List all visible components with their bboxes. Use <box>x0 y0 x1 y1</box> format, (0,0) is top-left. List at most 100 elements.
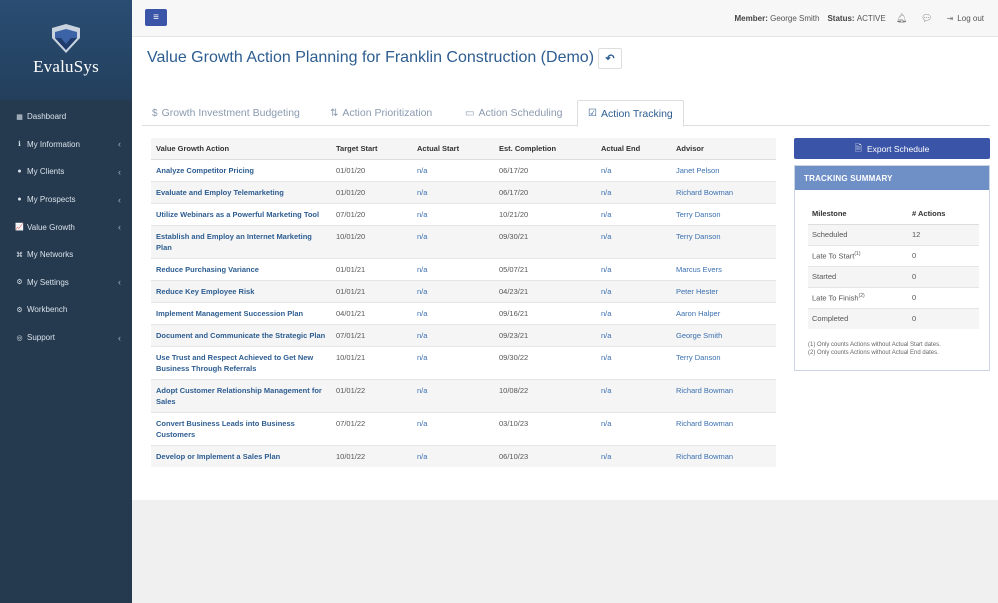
tab-growth-investment-budgeting[interactable]: $ Growth Investment Budgeting <box>142 100 310 126</box>
actual-start-cell[interactable]: n/a <box>412 158 494 181</box>
export-label: Export Schedule <box>866 143 930 154</box>
tab-action-tracking[interactable]: ☑ Action Tracking <box>577 100 684 127</box>
tab-label: Action Tracking <box>600 107 673 120</box>
target-start-cell: 07/01/21 <box>331 323 412 346</box>
milestone-cell: Completed <box>808 307 908 329</box>
actual-end-cell[interactable]: n/a <box>596 301 671 324</box>
lifebuoy-icon: ◎ <box>16 334 23 342</box>
brand-name: EvaluSys <box>33 56 99 76</box>
main-panel: Value Growth Action Planning for Frankli… <box>132 37 998 500</box>
tab-action-prioritization[interactable]: ⇅ Action Prioritization <box>320 100 442 126</box>
sitemap-icon: ⌘ <box>16 251 23 259</box>
actual-start-cell[interactable]: n/a <box>412 257 494 280</box>
advisor-cell[interactable]: Terry Danson <box>671 202 776 225</box>
sidebar-item-my-networks[interactable]: ⌘ My Networks <box>0 241 132 269</box>
action-name-cell[interactable]: Establish and Employ an Internet Marketi… <box>151 224 331 258</box>
sidebar-item-support[interactable]: ◎ Support ‹ <box>0 324 132 352</box>
actual-end-cell[interactable]: n/a <box>596 444 671 467</box>
est-completion-cell: 05/07/21 <box>494 257 596 280</box>
sidebar-item-my-information[interactable]: ℹ My Information ‹ <box>0 131 132 159</box>
action-name-cell[interactable]: Analyze Competitor Pricing <box>151 158 331 181</box>
info-icon: ℹ <box>18 141 21 149</box>
sidebar-item-label: My Information <box>27 139 80 149</box>
logout-link[interactable]: ⇥ Log out <box>947 14 984 23</box>
actual-start-cell[interactable]: n/a <box>412 323 494 346</box>
action-name-cell[interactable]: Utilize Webinars as a Powerful Marketing… <box>151 202 331 225</box>
sidebar-item-label: Support <box>27 333 56 343</box>
advisor-cell[interactable]: Richard Bowman <box>671 444 776 467</box>
footnote-marker: (1) <box>854 250 861 257</box>
action-name-cell[interactable]: Develop or Implement a Sales Plan <box>151 444 331 467</box>
sidebar-item-my-settings[interactable]: ⚙ My Settings ‹ <box>0 269 132 297</box>
sidebar-item-dashboard[interactable]: ▦ Dashboard <box>0 103 132 131</box>
status-label: Status: <box>827 14 855 23</box>
sidebar-item-value-growth[interactable]: 📈 Value Growth ‹ <box>0 213 132 241</box>
actual-end-cell[interactable]: n/a <box>596 180 671 203</box>
sidebar-item-my-clients[interactable]: ● My Clients ‹ <box>0 158 132 186</box>
actual-end-cell[interactable]: n/a <box>596 257 671 280</box>
action-name-cell[interactable]: Document and Communicate the Strategic P… <box>151 323 331 346</box>
actual-end-cell[interactable]: n/a <box>596 224 671 258</box>
bell-icon[interactable]: 🔔︎ <box>896 13 907 24</box>
export-schedule-button[interactable]: 🗎︎ Export Schedule <box>794 138 990 159</box>
summary-header-row: Milestone # Actions <box>808 203 979 225</box>
action-name-cell[interactable]: Adopt Customer Relationship Management f… <box>151 378 331 412</box>
advisor-cell[interactable]: Peter Hester <box>671 279 776 302</box>
actual-start-cell[interactable]: n/a <box>412 345 494 379</box>
actual-end-cell[interactable]: n/a <box>596 323 671 346</box>
actual-end-cell[interactable]: n/a <box>596 411 671 445</box>
summary-row: Late To Finish(2) 0 <box>808 286 979 308</box>
actual-start-cell[interactable]: n/a <box>412 224 494 258</box>
table-row: Implement Management Succession Plan 04/0… <box>151 301 776 324</box>
milestone-label: Late To Finish <box>812 293 859 303</box>
advisor-cell[interactable]: Janet Pelson <box>671 158 776 181</box>
back-button[interactable]: ↶ <box>598 48 622 69</box>
est-completion-cell: 06/10/23 <box>494 444 596 467</box>
action-name-cell[interactable]: Implement Management Succession Plan <box>151 301 331 324</box>
actual-start-cell[interactable]: n/a <box>412 444 494 467</box>
sidebar-item-my-prospects[interactable]: ● My Prospects ‹ <box>0 186 132 214</box>
tab-action-scheduling[interactable]: ▭ Action Scheduling <box>455 100 573 126</box>
advisor-cell[interactable]: Richard Bowman <box>671 180 776 203</box>
target-start-cell: 10/01/21 <box>331 345 412 379</box>
cogs-icon: ⚙ <box>16 306 23 314</box>
est-completion-cell: 09/23/21 <box>494 323 596 346</box>
sidebar-item-workbench[interactable]: ⚙ Workbench <box>0 296 132 324</box>
actual-start-cell[interactable]: n/a <box>412 180 494 203</box>
actual-end-cell[interactable]: n/a <box>596 158 671 181</box>
actual-end-cell[interactable]: n/a <box>596 345 671 379</box>
advisor-cell[interactable]: Terry Danson <box>671 224 776 258</box>
milestone-cell: Scheduled <box>808 223 908 245</box>
tracking-summary-panel: TRACKING SUMMARY Milestone # Actions Sch… <box>794 165 990 371</box>
actual-end-cell[interactable]: n/a <box>596 202 671 225</box>
action-name-cell[interactable]: Reduce Purchasing Variance <box>151 257 331 280</box>
check-square-icon: ☑ <box>588 108 597 119</box>
brand-logo[interactable]: EvaluSys <box>0 0 132 100</box>
table-row: Develop or Implement a Sales Plan 10/01/2… <box>151 444 776 467</box>
reply-arrow-icon: ↶ <box>605 53 615 65</box>
advisor-cell[interactable]: Aaron Halper <box>671 301 776 324</box>
actual-start-cell[interactable]: n/a <box>412 202 494 225</box>
milestone-label: Late To Start <box>812 251 855 261</box>
actual-end-cell[interactable]: n/a <box>596 378 671 412</box>
actual-end-cell[interactable]: n/a <box>596 279 671 302</box>
actual-start-cell[interactable]: n/a <box>412 411 494 445</box>
chat-icon[interactable]: 💬︎ <box>921 13 932 24</box>
action-name-cell[interactable]: Reduce Key Employee Risk <box>151 279 331 302</box>
member-name: George Smith <box>770 14 820 23</box>
action-name-cell[interactable]: Convert Business Leads into Business Cus… <box>151 411 331 445</box>
action-name-cell[interactable]: Evaluate and Employ Telemarketing <box>151 180 331 203</box>
actual-start-cell[interactable]: n/a <box>412 301 494 324</box>
actual-start-cell[interactable]: n/a <box>412 279 494 302</box>
sign-out-icon: ⇥ <box>946 14 954 23</box>
table-row: Document and Communicate the Strategic P… <box>151 323 776 346</box>
advisor-cell[interactable]: Marcus Evers <box>671 257 776 280</box>
actual-start-cell[interactable]: n/a <box>412 378 494 412</box>
advisor-cell[interactable]: George Smith <box>671 323 776 346</box>
menu-toggle-button[interactable]: ≡ <box>145 9 167 26</box>
action-name-cell[interactable]: Use Trust and Respect Achieved to Get Ne… <box>151 345 331 379</box>
advisor-cell[interactable]: Terry Danson <box>671 345 776 379</box>
advisor-cell[interactable]: Richard Bowman <box>671 378 776 412</box>
dollar-icon: $ <box>152 107 158 119</box>
advisor-cell[interactable]: Richard Bowman <box>671 411 776 445</box>
